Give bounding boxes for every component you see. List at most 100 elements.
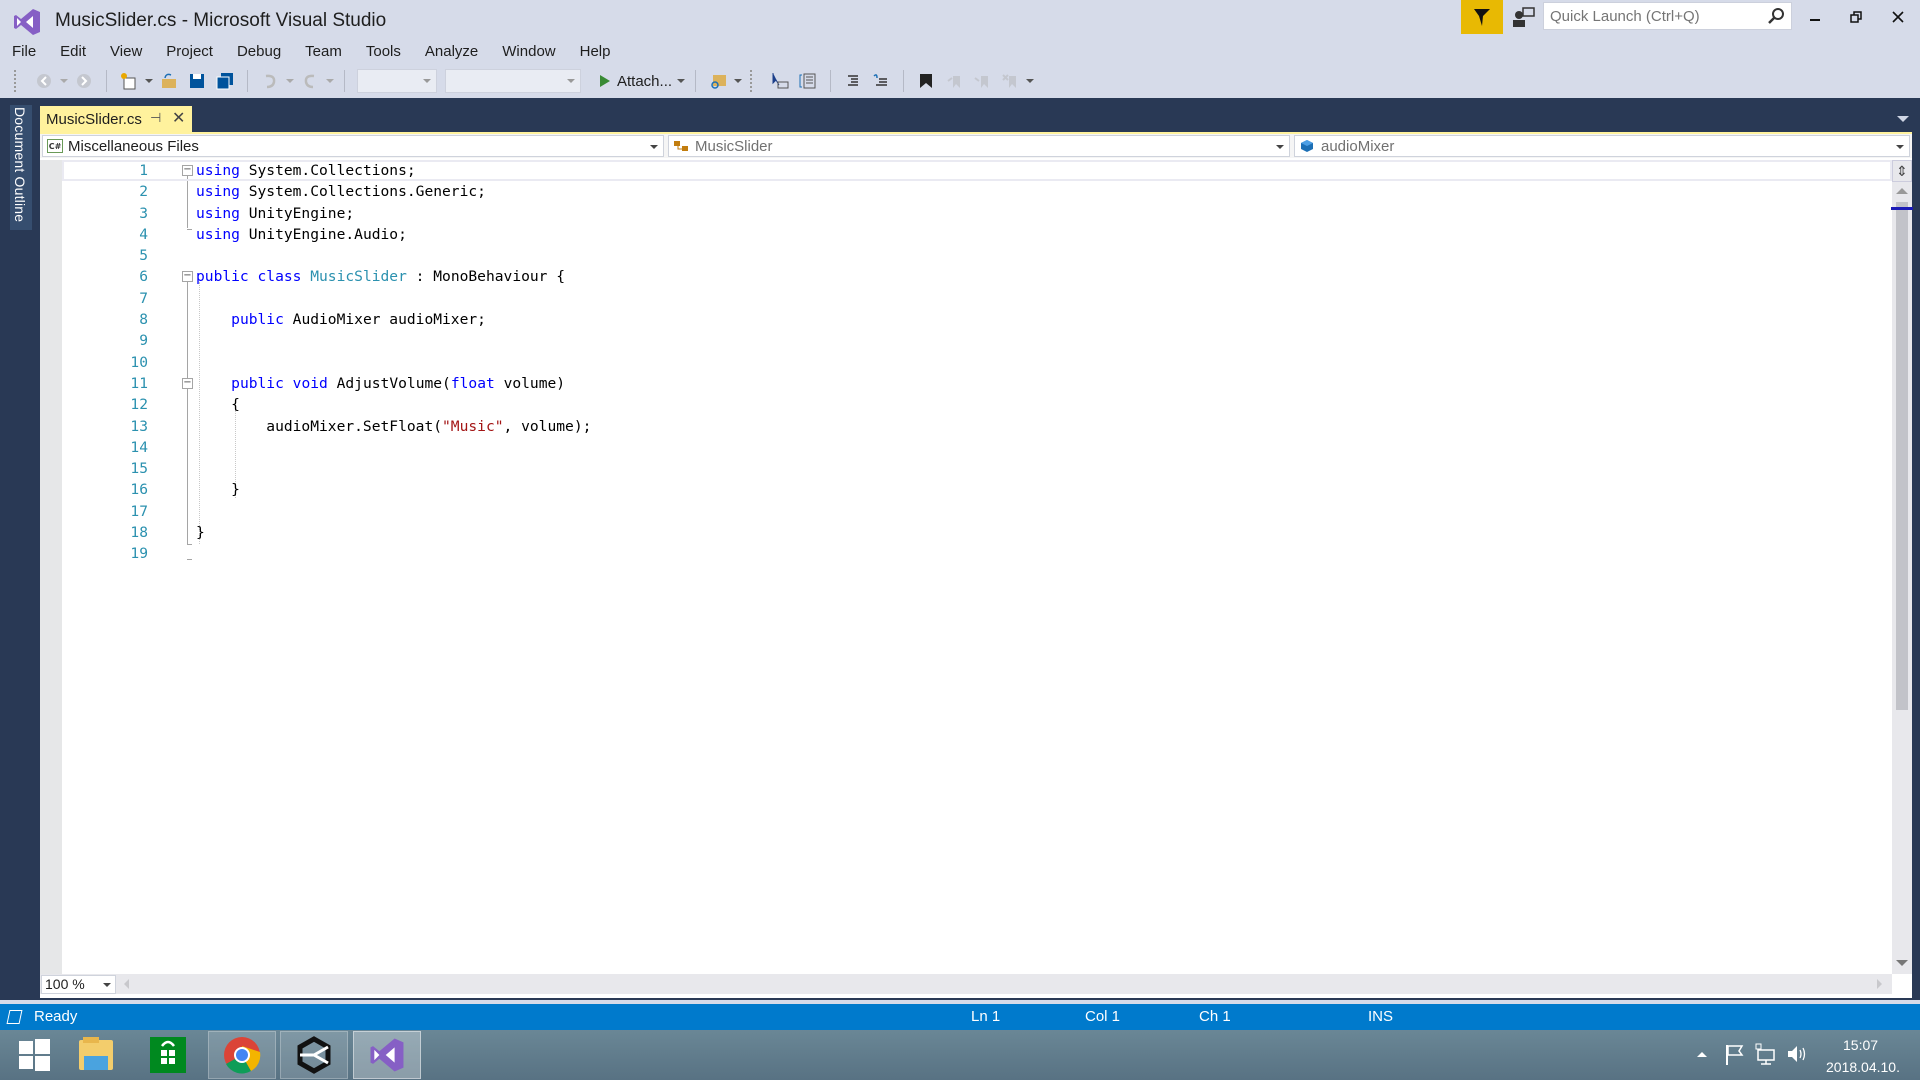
type-dropdown[interactable]: MusicSlider	[668, 135, 1290, 157]
code-line[interactable]: 5	[62, 245, 1892, 266]
toolbar-overflow-caret[interactable]	[1026, 79, 1035, 83]
menu-edit[interactable]: Edit	[48, 40, 98, 64]
volume-icon[interactable]	[1786, 1043, 1808, 1065]
code-line[interactable]: 8 public AudioMixer audioMixer;	[62, 309, 1892, 330]
solution-platform-combo[interactable]	[445, 69, 581, 93]
tab-musicslider-cs[interactable]: MusicSlider.cs ⊣ ✕	[40, 106, 192, 132]
taskbar-unity[interactable]	[280, 1031, 348, 1079]
undo-dropdown-caret[interactable]	[286, 79, 294, 83]
code-lines[interactable]: 1− using System.Collections; 2 using System…	[62, 160, 1892, 565]
search-icon[interactable]	[1767, 7, 1785, 25]
code-line[interactable]: 3 using UnityEngine;	[62, 203, 1892, 224]
previous-bookmark-button[interactable]	[943, 69, 965, 93]
code-line[interactable]: 7	[62, 288, 1892, 309]
taskbar-file-explorer[interactable]	[62, 1031, 130, 1079]
collapse-region-icon[interactable]: −	[182, 377, 193, 389]
menu-help[interactable]: Help	[568, 40, 623, 64]
code-line[interactable]: 18}	[62, 522, 1892, 543]
member-dropdown[interactable]: audioMixer	[1294, 135, 1910, 157]
undo-button[interactable]	[259, 69, 281, 93]
code-line[interactable]: 13 audioMixer.SetFloat("Music", volume);	[62, 416, 1892, 437]
menu-window[interactable]: Window	[490, 40, 567, 64]
navigate-forward-button[interactable]	[73, 69, 95, 93]
open-file-button[interactable]	[158, 69, 180, 93]
project-dropdown[interactable]: C# Miscellaneous Files	[42, 135, 664, 157]
uncomment-lines-button[interactable]	[870, 69, 892, 93]
glyph-margin[interactable]	[40, 160, 62, 974]
scroll-down-icon[interactable]	[1896, 960, 1908, 966]
code-line[interactable]: 11 − public void AdjustVolume(float volum…	[62, 373, 1892, 394]
restore-button[interactable]	[1838, 4, 1874, 30]
code-line[interactable]: 12 {	[62, 394, 1892, 415]
zoom-level-dropdown[interactable]: 100 %	[41, 975, 116, 994]
quick-launch-box[interactable]	[1543, 2, 1792, 30]
close-tab-icon[interactable]: ✕	[172, 108, 185, 128]
tab-list-dropdown-icon[interactable]	[1897, 116, 1909, 122]
scroll-left-icon[interactable]	[124, 979, 129, 989]
collapse-region-icon[interactable]: −	[182, 271, 193, 283]
taskbar-visual-studio[interactable]	[353, 1031, 421, 1079]
document-outline-button[interactable]	[797, 69, 819, 93]
document-outline-side-tab[interactable]: Document Outline	[10, 105, 32, 230]
code-line[interactable]: 14	[62, 437, 1892, 458]
network-icon[interactable]	[1755, 1043, 1777, 1065]
solution-configuration-combo[interactable]	[357, 69, 437, 93]
status-insert-mode[interactable]: INS	[1368, 1008, 1393, 1025]
code-line[interactable]: 15	[62, 458, 1892, 479]
find-in-files-button[interactable]	[707, 69, 729, 93]
navigate-back-button[interactable]	[33, 69, 55, 93]
start-button[interactable]	[0, 1031, 68, 1079]
select-element-button[interactable]	[769, 69, 791, 93]
action-center-flag-icon[interactable]	[1725, 1044, 1745, 1066]
comment-lines-button[interactable]	[842, 69, 864, 93]
new-project-button[interactable]	[118, 69, 140, 93]
save-all-button[interactable]	[214, 69, 236, 93]
attach-dropdown-caret[interactable]	[677, 79, 686, 83]
clear-bookmarks-button[interactable]	[999, 69, 1021, 93]
clock-time[interactable]: 15:07	[1843, 1037, 1878, 1053]
code-line[interactable]: 16 }	[62, 479, 1892, 500]
save-button[interactable]	[186, 69, 208, 93]
minimize-button[interactable]	[1797, 4, 1833, 30]
menu-debug[interactable]: Debug	[225, 40, 293, 64]
code-line[interactable]: 6 − public class MusicSlider : MonoBehavio…	[62, 266, 1892, 287]
notification-filter-button[interactable]	[1461, 0, 1503, 34]
next-bookmark-button[interactable]	[971, 69, 993, 93]
scroll-up-icon[interactable]	[1896, 188, 1908, 194]
code-editor[interactable]: 1− using System.Collections; 2 using System…	[40, 160, 1892, 974]
attach-button[interactable]: Attach...	[599, 69, 672, 93]
split-editor-button[interactable]: ⇕	[1892, 160, 1912, 182]
clock-date[interactable]: 2018.04.10.	[1826, 1059, 1900, 1075]
code-line[interactable]: 17	[62, 501, 1892, 522]
code-line[interactable]: 4 using UnityEngine.Audio;	[62, 224, 1892, 245]
menu-analyze[interactable]: Analyze	[413, 40, 490, 64]
menu-file[interactable]: File	[0, 40, 48, 64]
menu-tools[interactable]: Tools	[354, 40, 413, 64]
new-project-dropdown-caret[interactable]	[145, 79, 153, 83]
toolbar-overflow-caret[interactable]	[734, 79, 743, 83]
menu-team[interactable]: Team	[293, 40, 354, 64]
redo-button[interactable]	[299, 69, 321, 93]
show-hidden-icons-icon[interactable]	[1696, 1050, 1708, 1058]
code-line[interactable]: 10	[62, 352, 1892, 373]
taskbar-store[interactable]	[134, 1031, 202, 1079]
toolbar-grip[interactable]	[750, 70, 756, 92]
redo-dropdown-caret[interactable]	[326, 79, 334, 83]
code-line[interactable]: 9	[62, 330, 1892, 351]
quick-launch-input[interactable]	[1544, 3, 1754, 29]
scroll-right-icon[interactable]	[1877, 979, 1882, 989]
taskbar-chrome[interactable]	[208, 1031, 276, 1079]
vertical-scroll-thumb[interactable]	[1896, 202, 1908, 710]
collapse-region-icon[interactable]: −	[182, 165, 193, 176]
toggle-bookmark-button[interactable]	[915, 69, 937, 93]
back-dropdown-caret[interactable]	[60, 79, 68, 83]
toolbar-grip[interactable]	[14, 70, 20, 92]
code-line[interactable]: 1 − using System.Collections;	[62, 160, 1892, 182]
menu-view[interactable]: View	[98, 40, 154, 64]
horizontal-scrollbar[interactable]	[40, 974, 1892, 994]
feedback-icon[interactable]	[1512, 6, 1536, 28]
pin-icon[interactable]: ⊣	[150, 110, 161, 126]
code-line[interactable]: 2 using System.Collections.Generic;	[62, 181, 1892, 202]
menu-project[interactable]: Project	[154, 40, 225, 64]
close-window-button[interactable]	[1880, 4, 1916, 30]
